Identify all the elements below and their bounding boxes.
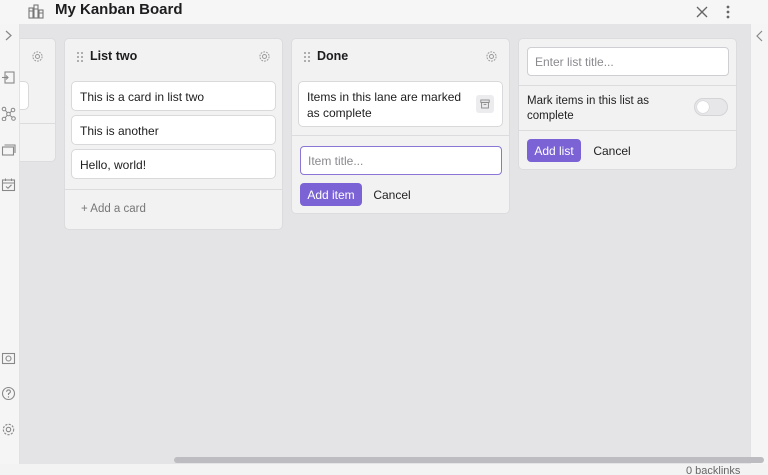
archive-button[interactable] [476, 95, 494, 113]
cancel-button[interactable]: Cancel [591, 141, 633, 161]
card[interactable]: Hello, world! [71, 149, 276, 179]
cancel-button[interactable]: Cancel [372, 185, 412, 205]
mark-complete-label: Mark items in this list as complete [527, 95, 650, 122]
lane-list-two: List two This is a card in list two This… [64, 38, 283, 230]
list-title-input[interactable] [527, 47, 729, 76]
archive-icon [480, 99, 490, 109]
card[interactable] [20, 81, 29, 110]
complete-info-card: Items in this lane are marked as complet… [298, 81, 503, 127]
help-icon[interactable] [1, 386, 16, 401]
add-item-button[interactable]: Add item [300, 183, 362, 206]
add-card-button[interactable]: + Add a card [81, 203, 146, 215]
right-ribbon [750, 24, 768, 464]
graph-view-icon[interactable] [1, 106, 16, 121]
lane-divider [65, 189, 282, 190]
lane-header: Done [292, 39, 509, 75]
gear-icon[interactable] [485, 50, 498, 63]
add-list-button[interactable]: Add list [527, 139, 581, 162]
mark-complete-toggle[interactable] [694, 98, 728, 116]
expand-icon[interactable] [1, 28, 16, 43]
lane-title: Done [317, 49, 349, 63]
gear-icon[interactable] [258, 50, 271, 63]
calendar-icon[interactable] [1, 177, 16, 192]
card[interactable]: This is a card in list two [71, 81, 276, 111]
kanban-board: List two This is a card in list two This… [20, 24, 750, 456]
toggle-knob [697, 101, 709, 113]
gear-icon[interactable] [31, 50, 44, 63]
horizontal-scrollbar[interactable] [20, 456, 764, 464]
scrollbar-thumb[interactable] [174, 457, 764, 463]
settings-icon[interactable] [1, 422, 16, 437]
lane-partial [20, 38, 56, 162]
lane-title: List two [90, 49, 138, 63]
close-icon[interactable] [694, 4, 710, 20]
collapse-icon[interactable] [754, 29, 766, 43]
lane-divider [519, 130, 736, 131]
title-bar: My Kanban Board [0, 0, 768, 24]
kanban-board-icon [28, 4, 44, 19]
item-title-input[interactable] [300, 146, 502, 175]
vault-icon[interactable] [1, 351, 16, 366]
board-title: My Kanban Board [55, 1, 183, 18]
open-quick-switcher-icon[interactable] [1, 70, 16, 85]
status-bar [0, 464, 768, 475]
complete-info-text: Items in this lane are marked as complet… [307, 90, 462, 120]
card[interactable]: This is another [71, 115, 276, 145]
lane-divider [519, 85, 736, 86]
more-options-icon[interactable] [721, 3, 735, 21]
lane-header: List two [65, 39, 282, 75]
new-list-form: Mark items in this list as complete Add … [518, 38, 737, 170]
drag-handle-icon[interactable] [76, 51, 84, 63]
cards-icon[interactable] [1, 142, 16, 157]
lane-done: Done Items in this lane are marked as co… [291, 38, 510, 214]
drag-handle-icon[interactable] [303, 51, 311, 63]
lane-divider [20, 123, 55, 124]
left-ribbon [0, 24, 20, 475]
backlinks-count[interactable]: 0 backlinks [686, 465, 740, 475]
lane-divider [292, 135, 509, 136]
